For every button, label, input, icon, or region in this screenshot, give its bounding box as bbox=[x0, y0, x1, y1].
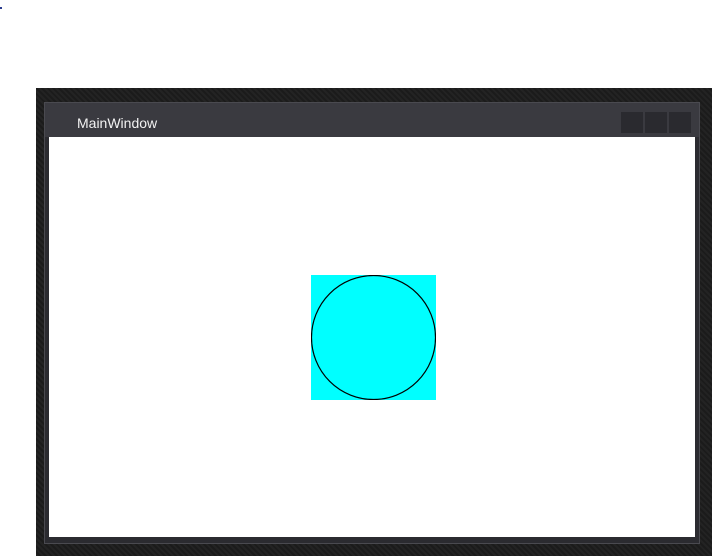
desktop: MainWindow bbox=[0, 0, 712, 556]
cyan-square bbox=[311, 275, 436, 400]
minimize-button[interactable] bbox=[621, 112, 643, 133]
caption-buttons bbox=[621, 112, 691, 133]
circle-graphic bbox=[311, 275, 436, 400]
main-window: MainWindow bbox=[44, 102, 700, 544]
client-area bbox=[49, 137, 695, 537]
close-button[interactable] bbox=[669, 112, 691, 133]
corner-marker bbox=[0, 7, 2, 9]
maximize-button[interactable] bbox=[645, 112, 667, 133]
window-title: MainWindow bbox=[77, 115, 158, 131]
title-bar[interactable]: MainWindow bbox=[45, 103, 699, 137]
cyan-circle bbox=[311, 275, 436, 400]
